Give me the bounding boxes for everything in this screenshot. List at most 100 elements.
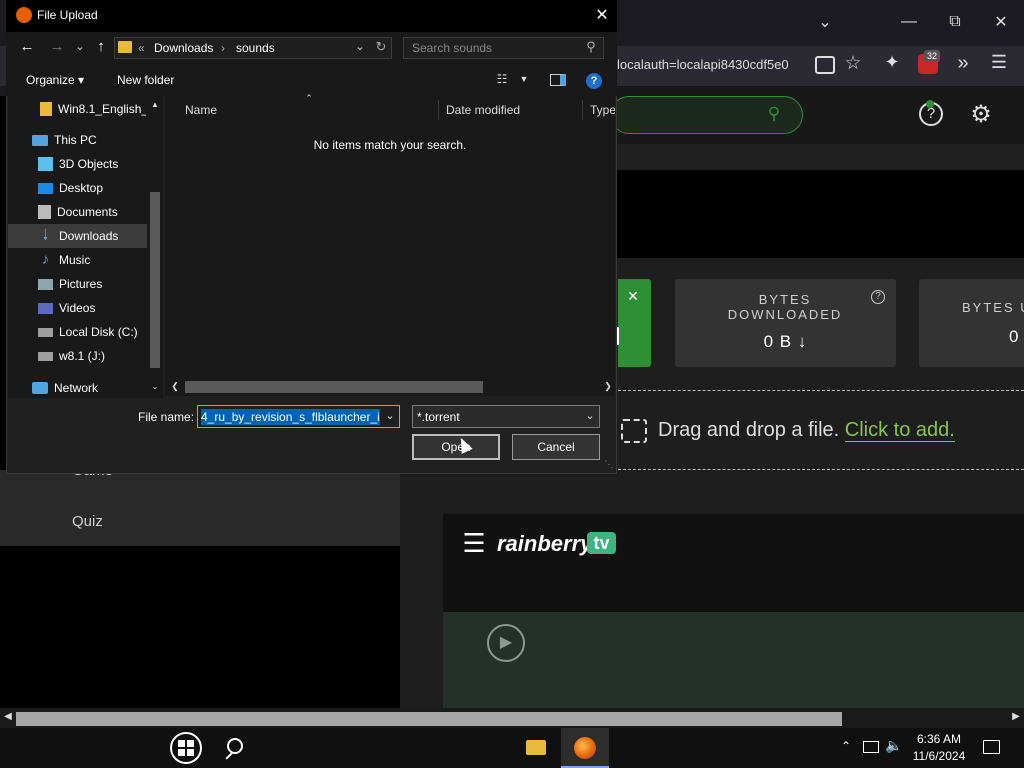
taskbar-firefox[interactable] xyxy=(561,728,609,768)
folder-icon xyxy=(40,102,52,116)
play-icon[interactable]: ▶ xyxy=(487,624,525,662)
info-icon[interactable]: ? xyxy=(871,290,885,304)
show-hidden-icons-chevron-icon[interactable]: ⌃ xyxy=(838,739,854,753)
column-type[interactable]: Type xyxy=(590,100,615,120)
forward-arrow-icon[interactable]: → xyxy=(48,38,66,55)
tree-item-documents[interactable]: Documents xyxy=(8,200,147,224)
view-options-icon[interactable]: ☷ xyxy=(494,72,510,86)
tree-item-videos[interactable]: Videos xyxy=(8,296,147,320)
bytes-uploaded-value: 0 xyxy=(1009,327,1020,346)
tree-item-pictures[interactable]: Pictures xyxy=(8,272,147,296)
breadcrumb-dropdown-icon[interactable]: ⌄ xyxy=(353,40,367,53)
breadcrumb-downloads[interactable]: Downloads xyxy=(154,41,213,55)
breadcrumb-overflow[interactable]: « xyxy=(138,41,145,55)
nav-scroll-up-icon[interactable]: ▲ xyxy=(150,100,160,109)
start-button[interactable] xyxy=(170,732,202,764)
search-taskbar-icon[interactable] xyxy=(227,738,243,754)
file-scroll-left-icon[interactable]: ❮ xyxy=(170,381,180,392)
videos-icon xyxy=(38,302,53,314)
network-tray-icon[interactable] xyxy=(863,741,879,753)
menu-hamburger-icon[interactable]: ☰ xyxy=(988,52,1010,73)
reader-view-icon[interactable] xyxy=(815,56,835,74)
dialog-search-icon[interactable]: ⚲ xyxy=(583,39,599,55)
search-icon[interactable]: ⚲ xyxy=(763,104,785,124)
notifications-icon[interactable] xyxy=(983,740,1000,754)
tree-item-label: Downloads xyxy=(59,229,119,243)
new-folder-button[interactable]: New folder xyxy=(117,73,174,87)
file-name-dropdown-icon[interactable]: ⌄ xyxy=(384,409,396,422)
empty-message: No items match your search. xyxy=(313,138,467,152)
cancel-button[interactable]: Cancel xyxy=(512,434,600,460)
scroll-right-icon[interactable]: ▶ xyxy=(1010,711,1022,722)
hamburger-menu-icon[interactable]: ☰ xyxy=(461,528,487,559)
tree-item-desktop[interactable]: Desktop xyxy=(8,176,147,200)
documents-icon xyxy=(38,205,51,219)
tree-item-downloads[interactable]: 🠓 Downloads xyxy=(8,224,147,248)
navigation-scroll-thumb[interactable] xyxy=(150,192,160,368)
address-bar-text[interactable]: localauth=localapi8430cdf5e0 xyxy=(617,57,810,75)
open-button[interactable]: Open xyxy=(412,434,500,460)
column-date-label: Date modified xyxy=(446,103,521,117)
tree-item-label: Win8.1_English_x xyxy=(58,102,146,116)
preview-pane-icon[interactable] xyxy=(550,74,566,86)
tree-item-local-disk-c[interactable]: Local Disk (C:) xyxy=(8,320,147,344)
tree-item-w81-j[interactable]: w8.1 (J:) xyxy=(8,344,147,368)
tree-item-label: Network xyxy=(54,381,99,395)
breadcrumb-sounds[interactable]: sounds xyxy=(236,41,275,55)
file-scroll-right-icon[interactable]: ❯ xyxy=(603,381,613,392)
taskbar-file-explorer[interactable] xyxy=(512,728,560,768)
tree-item-win81-folder[interactable]: Win8.1_English_x xyxy=(8,97,147,121)
music-icon: ♪ xyxy=(41,251,50,268)
recent-locations-chevron-icon[interactable]: ⌄ xyxy=(73,40,87,53)
rainberry-tv-badge: tv xyxy=(587,532,616,554)
file-type-dropdown-icon[interactable]: ⌄ xyxy=(584,409,596,422)
settings-gear-icon[interactable]: ⚙ xyxy=(968,100,994,129)
file-explorer-icon xyxy=(526,740,546,755)
extensions-icon[interactable]: ✦ xyxy=(880,52,904,73)
column-date-modified[interactable]: Date modified xyxy=(446,100,583,120)
click-to-add-link[interactable]: Click to add. xyxy=(844,419,955,442)
minimize-button[interactable]: — xyxy=(886,8,932,36)
dialog-help-icon[interactable]: ? xyxy=(586,73,602,89)
bookmark-star-icon[interactable]: ☆ xyxy=(842,52,864,75)
back-arrow-icon[interactable]: ← xyxy=(18,38,36,55)
dialog-close-icon[interactable]: ✕ xyxy=(592,5,612,25)
overflow-chevron-icon[interactable]: » xyxy=(952,52,974,75)
close-window-button[interactable]: ✕ xyxy=(978,8,1024,36)
video-preview[interactable] xyxy=(443,612,1024,708)
list-tabs-chevron-icon[interactable]: ⌄ xyxy=(802,8,848,36)
bytes-downloaded-label: BYTES DOWNLOADED xyxy=(727,292,843,322)
page-scroll-thumb[interactable] xyxy=(16,712,842,726)
breadcrumb-separator: › xyxy=(221,41,225,55)
scroll-left-icon[interactable]: ◀ xyxy=(2,711,14,722)
view-dropdown-icon[interactable]: ▼ xyxy=(518,74,530,84)
clock[interactable]: 6:36 AM 11/6/2024 xyxy=(908,731,970,765)
menu-item-quiz[interactable]: Quiz xyxy=(72,513,103,530)
help-dot xyxy=(926,100,934,108)
refresh-icon[interactable]: ↻ xyxy=(373,39,389,55)
tree-item-this-pc[interactable]: This PC xyxy=(8,128,147,152)
firefox-icon xyxy=(16,7,32,23)
drive-icon xyxy=(38,327,53,337)
file-list-scroll-thumb[interactable] xyxy=(185,381,483,393)
card-close-icon[interactable]: ✕ xyxy=(625,288,641,305)
sort-ascending-icon: ⌃ xyxy=(305,93,313,103)
file-name-value: 4_ru_by_revision_s_flblauncher_iso xyxy=(201,409,380,425)
resize-grip-icon[interactable]: ⋱ xyxy=(603,459,615,470)
dialog-search-placeholder: Search sounds xyxy=(412,41,493,55)
restore-button[interactable]: ⧉ xyxy=(932,8,978,36)
tree-item-music[interactable]: ♪ Music xyxy=(8,248,147,272)
tree-item-label: This PC xyxy=(54,133,97,147)
tree-item-label: Local Disk (C:) xyxy=(59,325,138,339)
column-name-label: Name xyxy=(185,103,218,117)
tree-item-network[interactable]: Network xyxy=(8,376,147,400)
up-arrow-icon[interactable]: ↑ xyxy=(92,38,110,55)
windows-logo-icon xyxy=(178,740,194,756)
volume-icon[interactable]: 🔈 xyxy=(885,737,903,754)
organize-button[interactable]: Organize ▾ xyxy=(26,73,84,87)
pictures-icon xyxy=(38,278,53,290)
left-menu-panel xyxy=(0,470,400,546)
dialog-title: File Upload xyxy=(37,8,98,22)
tree-item-3d-objects[interactable]: 3D Objects xyxy=(8,152,147,176)
nav-scroll-down-icon[interactable]: ⌄ xyxy=(150,382,160,391)
